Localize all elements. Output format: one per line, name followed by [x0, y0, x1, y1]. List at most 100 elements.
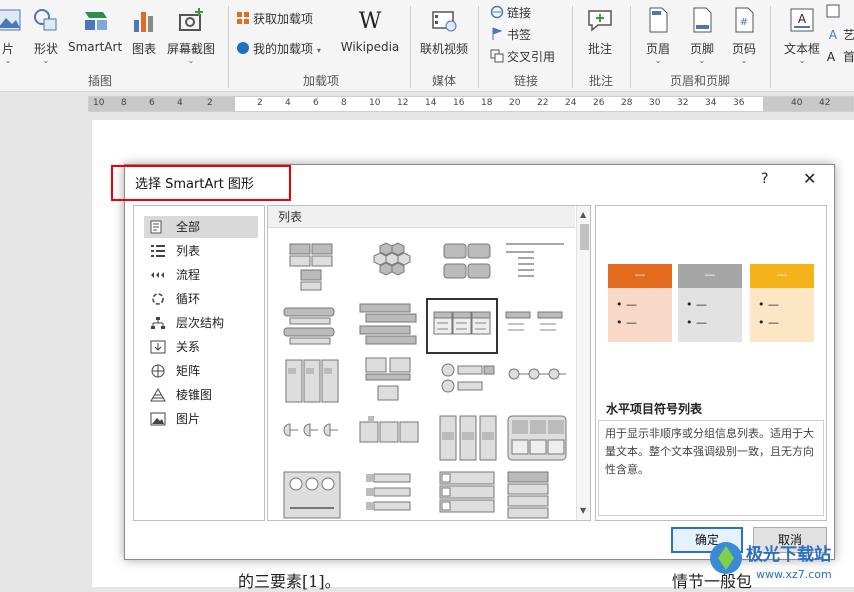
- picture-button[interactable]: 片 ⌄: [0, 4, 22, 66]
- textbox-button[interactable]: A 文本框 ⌄: [780, 4, 824, 66]
- ribbon-label: 屏幕截图: [166, 42, 215, 56]
- quick-parts-button[interactable]: [826, 4, 843, 19]
- layout-thumbnail[interactable]: [276, 238, 348, 294]
- group-label-header-footer: 页眉和页脚: [669, 74, 730, 88]
- scrollbar-thumb[interactable]: [580, 224, 589, 250]
- header-icon: [649, 7, 668, 33]
- preview-bullet: • —: [616, 316, 637, 329]
- layout-gallery[interactable]: 列表 ▲ ▼: [267, 205, 591, 521]
- bookmark-button[interactable]: 书签: [490, 26, 531, 43]
- category-cycle[interactable]: 循环: [144, 288, 258, 310]
- category-pyramid[interactable]: 棱锥图: [144, 384, 258, 406]
- page-number-icon: #: [735, 7, 754, 33]
- category-label: 关系: [176, 340, 201, 354]
- scroll-up-icon[interactable]: ▲: [580, 210, 586, 219]
- layout-thumbnail[interactable]: [432, 468, 504, 520]
- online-video-button[interactable]: 联机视频: [416, 4, 472, 66]
- layout-thumbnail[interactable]: [432, 354, 504, 410]
- svg-text:A: A: [829, 28, 838, 41]
- category-label: 棱锥图: [176, 388, 213, 402]
- wordart-button[interactable]: A艺: [826, 26, 854, 43]
- chevron-down-icon: ⌄: [187, 56, 195, 65]
- smartart-button[interactable]: SmartArt: [68, 4, 122, 66]
- svg-text:极光下载站: 极光下载站: [746, 544, 831, 565]
- svg-text:W: W: [359, 9, 382, 34]
- close-button[interactable]: ✕: [803, 169, 816, 188]
- ribbon-label: 联机视频: [419, 42, 468, 56]
- category-list-item[interactable]: 列表: [144, 240, 258, 262]
- cycle-icon: [152, 293, 164, 305]
- layout-thumbnail[interactable]: [276, 354, 348, 410]
- group-label-comments: 批注: [588, 74, 613, 88]
- category-relationship[interactable]: 关系: [144, 336, 258, 358]
- layout-thumbnail[interactable]: [504, 412, 576, 468]
- wikipedia-button[interactable]: W Wikipedia: [338, 4, 402, 66]
- wordart-icon: A: [829, 28, 838, 41]
- shapes-button[interactable]: 形状 ⌄: [28, 4, 64, 66]
- comment-button[interactable]: 批注: [582, 4, 618, 66]
- layout-thumbnail[interactable]: [354, 468, 426, 520]
- category-label: 循环: [176, 292, 201, 306]
- wordart-label: 艺: [843, 28, 854, 42]
- ruler-tick-label: 40: [791, 98, 803, 108]
- link-button[interactable]: 链接: [490, 4, 531, 21]
- chart-button[interactable]: 图表: [128, 4, 160, 66]
- my-addins-button[interactable]: 我的加载项 ▾: [236, 40, 321, 57]
- category-all[interactable]: 全部: [144, 216, 258, 238]
- ruler-tick-label: 6: [313, 98, 319, 108]
- category-hierarchy[interactable]: 层次结构: [144, 312, 258, 334]
- addins-icon: [237, 42, 249, 54]
- dropcap-label: 首: [843, 50, 854, 64]
- category-process[interactable]: 流程: [144, 264, 258, 286]
- preview-column-header: —: [608, 264, 672, 288]
- horizontal-ruler[interactable]: 10 8 6 4 2 2 4 6 8 10 12 14 16 18 20 22 24 26 28 30 32 34 36 40…: [88, 96, 854, 112]
- ruler-tick-label: 6: [149, 98, 155, 108]
- ruler-margin-right: [763, 97, 853, 111]
- preview-column-body: • — • —: [750, 288, 814, 342]
- textbox-icon: A: [790, 8, 814, 32]
- help-button[interactable]: ?: [761, 171, 768, 187]
- group-label-addins: 加载项: [302, 74, 339, 88]
- footer-icon: [693, 7, 712, 33]
- layout-thumbnail[interactable]: [432, 412, 504, 468]
- cross-ref-button[interactable]: 交叉引用: [490, 48, 555, 65]
- layout-thumbnail[interactable]: [276, 468, 348, 520]
- layout-thumbnail[interactable]: [432, 238, 504, 294]
- layout-thumbnail[interactable]: [354, 354, 426, 410]
- cross-reference-icon: [490, 49, 504, 63]
- dropcap-button[interactable]: A首: [826, 48, 854, 65]
- ruler-tick-label: 10: [93, 98, 105, 108]
- layout-thumbnail[interactable]: [504, 238, 576, 294]
- chevron-down-icon: ⌄: [740, 56, 748, 65]
- footer-button[interactable]: 页脚 ⌄: [684, 4, 720, 66]
- layout-thumbnail[interactable]: [354, 298, 426, 354]
- get-addins-button[interactable]: 获取加载项: [236, 10, 313, 27]
- cross-ref-label: 交叉引用: [507, 50, 556, 64]
- layout-thumbnail[interactable]: [276, 298, 348, 354]
- link-icon: [490, 5, 504, 19]
- preview-title: 水平项目符号列表: [606, 402, 703, 416]
- category-picture[interactable]: 图片: [144, 408, 258, 430]
- header-button[interactable]: 页眉 ⌄: [640, 4, 676, 66]
- layout-thumbnail[interactable]: [504, 468, 576, 520]
- chevron-down-icon: ⌄: [798, 56, 806, 65]
- layout-thumbnail[interactable]: [354, 412, 426, 468]
- layout-thumbnail[interactable]: [354, 238, 426, 294]
- category-matrix[interactable]: 矩阵: [144, 360, 258, 382]
- screenshot-button[interactable]: 屏幕截图 ⌄: [164, 4, 218, 66]
- category-label: 层次结构: [176, 316, 225, 330]
- preview-column: — • — • —: [678, 264, 742, 342]
- ribbon-label: Wikipedia: [340, 40, 400, 54]
- layout-thumbnail-selected[interactable]: [426, 298, 498, 354]
- page-number-button[interactable]: # 页码 ⌄: [726, 4, 762, 66]
- chevron-down-icon: ⌄: [42, 56, 50, 65]
- list-icon: [151, 245, 165, 257]
- gallery-header: 列表: [268, 206, 575, 228]
- scroll-down-icon[interactable]: ▼: [580, 506, 586, 515]
- layout-thumbnail[interactable]: [504, 298, 576, 354]
- gallery-scrollbar[interactable]: ▲ ▼: [576, 206, 590, 520]
- ruler-tick-label: 14: [425, 98, 437, 108]
- hierarchy-icon: [151, 317, 165, 329]
- layout-thumbnail[interactable]: [504, 354, 576, 410]
- layout-thumbnail[interactable]: [276, 412, 348, 468]
